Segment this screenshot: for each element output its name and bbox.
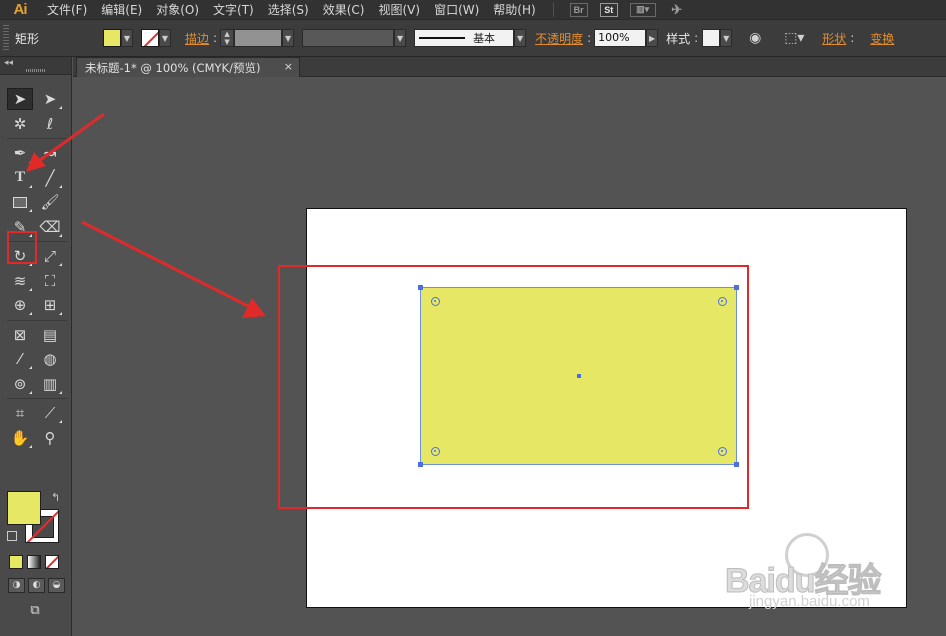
hand-tool-icon[interactable]: ✋ — [7, 427, 33, 449]
annotation-highlight-box — [278, 265, 749, 509]
align-icon[interactable]: ⬚▾ — [784, 29, 804, 47]
fill-color-swatch[interactable] — [7, 491, 41, 525]
zoom-tool-icon[interactable]: ⚲ — [37, 427, 63, 449]
pen-tool-icon[interactable]: ✒ — [7, 142, 33, 164]
panel-grip[interactable] — [3, 25, 9, 51]
arrange-documents-icon[interactable]: ▥▾ — [629, 2, 656, 17]
swap-fill-stroke-icon[interactable]: ↰ — [51, 491, 60, 504]
style-label: 样式 — [666, 31, 691, 46]
menu-bar: Ai 文件(F) 编辑(E) 对象(O) 文字(T) 选择(S) 效果(C) 视… — [0, 0, 946, 19]
stroke-label[interactable]: 描边 — [185, 30, 209, 47]
none-mode-button[interactable] — [45, 555, 59, 569]
menu-select[interactable]: 选择(S) — [261, 1, 316, 18]
menu-separator — [552, 2, 554, 17]
gradient-mode-button[interactable] — [27, 555, 41, 569]
rectangle-tool-icon[interactable] — [7, 191, 33, 213]
draw-normal-icon[interactable]: ◑ — [8, 578, 25, 593]
watermark: Baidu经验 jingyan.baidu.com — [724, 533, 945, 623]
menu-effect[interactable]: 效果(C) — [316, 1, 372, 18]
menu-window[interactable]: 窗口(W) — [427, 1, 486, 18]
direct-selection-tool-icon[interactable]: ➤ — [37, 88, 63, 110]
perspective-grid-tool-icon[interactable]: ⊞ — [37, 294, 63, 316]
magic-wand-tool-icon[interactable]: ✲ — [7, 113, 33, 135]
watermark-url: jingyan.baidu.com — [749, 593, 870, 610]
variable-width-profile[interactable] — [302, 29, 395, 47]
screen-mode-icon[interactable]: ⧉ — [24, 603, 46, 619]
document-tab-title: 未标题-1* @ 100% (CMYK/预览) — [85, 61, 261, 75]
chevron-down-icon[interactable]: ▼ — [159, 29, 171, 47]
menu-help[interactable]: 帮助(H) — [486, 1, 542, 18]
tools-panel-header: ◂◂ — [0, 57, 71, 75]
control-bar: 矩形 ▼ ▼ 描边: ▲ ▼ ▼ ▼ 基本 ▼ 不透明度: 100% ▶ 样式: … — [0, 19, 946, 57]
shape-label[interactable]: 形状 — [822, 30, 846, 47]
menu-view[interactable]: 视图(V) — [371, 1, 427, 18]
column-graph-tool-icon[interactable]: ▥ — [37, 373, 63, 395]
bridge-icon[interactable]: Br — [569, 2, 588, 17]
eraser-tool-icon[interactable]: ⌫ — [37, 216, 63, 238]
fill-stroke-control: ↰ — [7, 491, 67, 551]
curvature-tool-icon[interactable]: ↝ — [37, 142, 63, 164]
menu-edit[interactable]: 编辑(E) — [94, 1, 149, 18]
graphic-style-swatch[interactable] — [702, 29, 721, 47]
rectangle-tool-highlight — [7, 231, 37, 264]
opacity-label[interactable]: 不透明度 — [535, 30, 583, 47]
blend-tool-icon[interactable]: ◍ — [37, 348, 63, 370]
menu-type[interactable]: 文字(T) — [206, 1, 261, 18]
symbol-sprayer-tool-icon[interactable]: ⊚ — [7, 373, 33, 395]
stroke-line-preview — [419, 37, 466, 39]
artboard-tool-icon[interactable]: ⌗ — [7, 402, 33, 424]
width-tool-icon[interactable]: ≋ — [7, 270, 33, 292]
type-tool-icon[interactable]: T — [7, 167, 33, 189]
selection-tool-icon[interactable]: ➤ — [7, 88, 33, 111]
document-tab-bar: 未标题-1* @ 100% (CMYK/预览) × — [73, 57, 946, 77]
shape-builder-tool-icon[interactable]: ⊕ — [7, 294, 33, 316]
brush-definition[interactable]: 基本 — [414, 29, 515, 47]
stroke-color-picker[interactable]: ▼ — [141, 28, 171, 48]
canvas-area[interactable]: Baidu经验 jingyan.baidu.com — [73, 78, 946, 636]
fill-swatch[interactable] — [103, 29, 121, 47]
gpu-performance-icon[interactable]: ✈ — [668, 2, 686, 17]
scale-tool-icon[interactable]: ⤢ — [37, 245, 63, 267]
close-icon[interactable]: × — [284, 60, 293, 73]
opacity-input[interactable]: 100% — [594, 29, 647, 47]
document-tab[interactable]: 未标题-1* @ 100% (CMYK/预览) × — [76, 57, 300, 77]
brush-definition-label: 基本 — [473, 32, 496, 45]
stroke-weight-input[interactable] — [234, 29, 283, 47]
paintbrush-tool-icon[interactable]: 🖌 — [37, 191, 63, 213]
lasso-tool-icon[interactable]: ℓ — [37, 113, 63, 135]
app-logo: Ai — [13, 1, 28, 18]
chevron-down-icon[interactable]: ▼ — [514, 29, 527, 47]
draw-behind-icon[interactable]: ◐ — [28, 578, 45, 593]
eyedropper-tool-icon[interactable]: ⁄ — [7, 348, 33, 370]
color-mode-button[interactable] — [9, 555, 23, 569]
menu-file[interactable]: 文件(F) — [40, 1, 94, 18]
chevron-down-icon[interactable]: ▼ — [121, 29, 133, 47]
transform-label[interactable]: 变换 — [870, 30, 894, 47]
chevron-down-icon[interactable]: ▼ — [720, 29, 733, 47]
chevron-right-icon[interactable]: ▶ — [646, 29, 659, 47]
chevron-down-icon[interactable]: ▼ — [282, 29, 295, 47]
stroke-weight-stepper[interactable]: ▲ ▼ — [220, 29, 235, 47]
draw-inside-icon[interactable]: ◒ — [48, 578, 65, 593]
menu-object[interactable]: 对象(O) — [149, 1, 206, 18]
gradient-tool-icon[interactable]: ▤ — [37, 324, 63, 346]
chevron-down-icon[interactable]: ▼ — [394, 29, 407, 47]
fill-color-picker[interactable]: ▼ — [103, 28, 133, 48]
mesh-tool-icon[interactable]: ⊠ — [7, 324, 33, 346]
stock-icon[interactable]: St — [599, 2, 618, 17]
free-transform-tool-icon[interactable]: ⛶ — [37, 270, 63, 292]
recolor-artwork-icon[interactable]: ◉ — [746, 29, 764, 47]
line-segment-tool-icon[interactable]: ╱ — [37, 167, 63, 189]
stroke-swatch[interactable] — [141, 29, 159, 47]
collapse-icon[interactable]: ◂◂ — [4, 58, 13, 68]
tools-panel: ◂◂ ➤ ➤ ✲ ℓ ✒ ↝ T ╱ 🖌 ✎ ⌫ ↻ ⤢ ≋ ⛶ ⊕ ⊞ ⊠ ▤… — [0, 57, 72, 636]
slice-tool-icon[interactable]: ⟋ — [37, 402, 63, 424]
color-mode-row — [9, 555, 59, 569]
default-colors-icon[interactable] — [7, 531, 17, 541]
object-type-label: 矩形 — [15, 31, 40, 46]
drawing-modes-row: ◑ ◐ ◒ — [8, 578, 65, 593]
panel-grip[interactable] — [26, 69, 46, 72]
tool-grid: ➤ ➤ ✲ ℓ ✒ ↝ T ╱ 🖌 ✎ ⌫ ↻ ⤢ ≋ ⛶ ⊕ ⊞ ⊠ ▤ ⁄ … — [7, 87, 67, 450]
